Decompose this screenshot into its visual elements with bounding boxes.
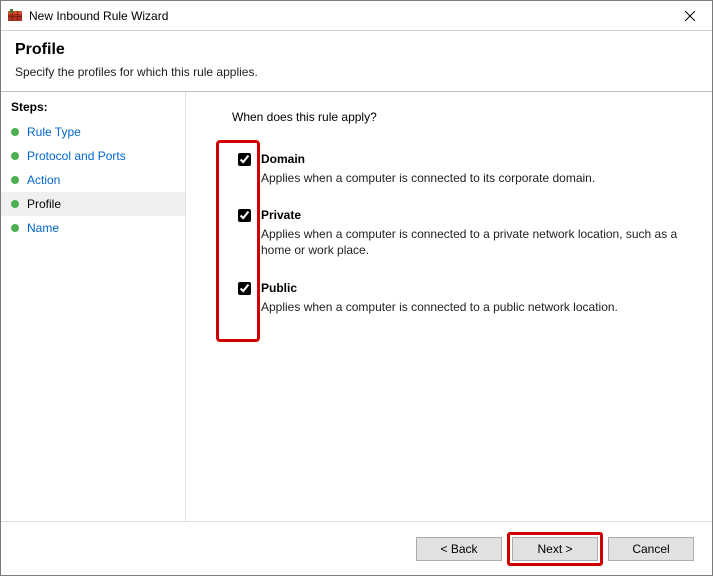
option-domain-desc: Applies when a computer is connected to … [261, 170, 692, 186]
step-rule-type[interactable]: Rule Type [1, 120, 185, 144]
step-bullet-icon [11, 176, 19, 184]
option-private-desc: Applies when a computer is connected to … [261, 226, 692, 258]
title-bar: New Inbound Rule Wizard [1, 1, 712, 31]
option-domain-row[interactable]: Domain [238, 152, 692, 166]
page-title: Profile [15, 41, 698, 59]
step-protocol-ports[interactable]: Protocol and Ports [1, 144, 185, 168]
step-bullet-icon [11, 152, 19, 160]
step-name[interactable]: Name [1, 216, 185, 240]
option-public-row[interactable]: Public [238, 281, 692, 295]
option-public: Public Applies when a computer is connec… [238, 281, 692, 315]
checkbox-public[interactable] [238, 282, 251, 295]
checkbox-domain[interactable] [238, 153, 251, 166]
step-label: Rule Type [27, 125, 81, 139]
close-icon [685, 11, 695, 21]
option-private: Private Applies when a computer is conne… [238, 208, 692, 258]
close-button[interactable] [667, 1, 712, 31]
highlight-next: Next > [512, 537, 598, 561]
cancel-button[interactable]: Cancel [608, 537, 694, 561]
steps-sidebar: Steps: Rule Type Protocol and Ports Acti… [1, 92, 186, 521]
profile-options: Domain Applies when a computer is connec… [226, 152, 692, 315]
wizard-body: Steps: Rule Type Protocol and Ports Acti… [1, 91, 712, 521]
step-bullet-icon [11, 128, 19, 136]
wizard-header: Profile Specify the profiles for which t… [1, 31, 712, 91]
back-button[interactable]: < Back [416, 537, 502, 561]
step-label: Name [27, 221, 59, 235]
question-text: When does this rule apply? [232, 110, 692, 124]
step-action[interactable]: Action [1, 168, 185, 192]
step-bullet-icon [11, 224, 19, 232]
checkbox-private[interactable] [238, 209, 251, 222]
option-public-desc: Applies when a computer is connected to … [261, 299, 692, 315]
option-private-label: Private [261, 208, 301, 222]
next-button[interactable]: Next > [512, 537, 598, 561]
option-private-row[interactable]: Private [238, 208, 692, 222]
step-label: Profile [27, 197, 61, 211]
step-bullet-icon [11, 200, 19, 208]
step-profile[interactable]: Profile [1, 192, 185, 216]
wizard-main: When does this rule apply? Domain Applie… [186, 92, 712, 521]
firewall-icon [7, 8, 23, 24]
wizard-window: New Inbound Rule Wizard Profile Specify … [0, 0, 713, 576]
window-title: New Inbound Rule Wizard [29, 9, 667, 23]
option-domain-label: Domain [261, 152, 305, 166]
option-public-label: Public [261, 281, 297, 295]
option-domain: Domain Applies when a computer is connec… [238, 152, 692, 186]
step-label: Action [27, 173, 60, 187]
steps-heading: Steps: [1, 96, 185, 120]
page-subtitle: Specify the profiles for which this rule… [15, 65, 698, 79]
step-label: Protocol and Ports [27, 149, 126, 163]
wizard-footer: < Back Next > Cancel [1, 521, 712, 575]
